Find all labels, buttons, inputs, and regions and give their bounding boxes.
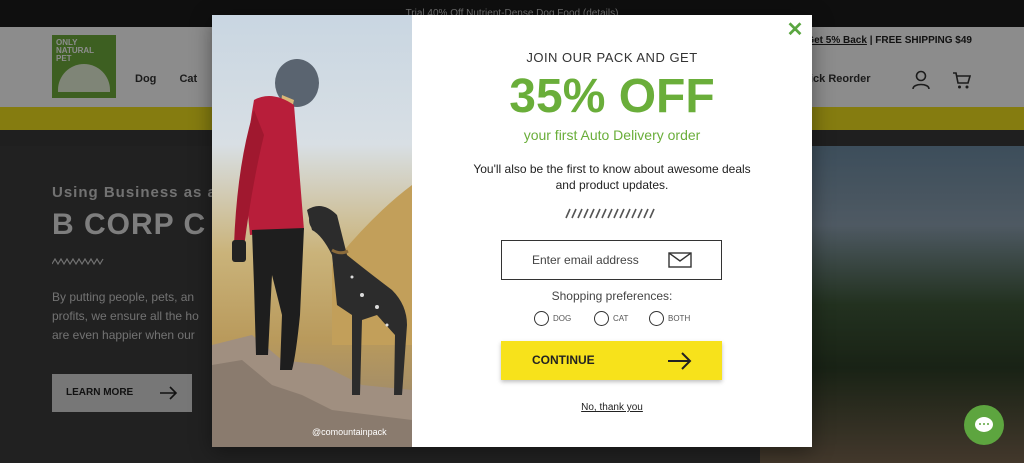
radio-button[interactable]: [534, 311, 549, 326]
modal-photo: @comountainpack: [212, 15, 412, 447]
radio-button[interactable]: [594, 311, 609, 326]
envelope-icon: [668, 252, 692, 268]
signup-modal: @comountainpack ✕ JOIN OUR PACK AND GET …: [212, 15, 812, 447]
offer-description: You'll also be the first to know about a…: [473, 162, 751, 192]
photo-credit: @comountainpack: [312, 427, 387, 437]
no-thanks-link: No, thank you: [581, 402, 643, 413]
radio-button[interactable]: [649, 311, 664, 326]
offer-headline: 35% OFF: [509, 70, 715, 123]
email-input[interactable]: [502, 241, 672, 279]
email-field[interactable]: [501, 240, 722, 280]
shopping-preferences-label: Shopping preferences:: [551, 289, 673, 303]
offer-eyebrow: JOIN OUR PACK AND GET: [526, 50, 698, 65]
chat-icon: [975, 417, 993, 432]
chat-widget-button[interactable]: [964, 405, 1004, 445]
continue-button[interactable]: CONTINUE: [501, 341, 722, 380]
woman-and-dog-illustration: [212, 59, 412, 447]
zigzag-divider: [565, 208, 655, 219]
signup-form-pane: JOIN OUR PACK AND GET 35% OFF your first…: [412, 15, 812, 447]
offer-subheadline: your first Auto Delivery order: [523, 127, 701, 143]
arrow-right-icon: [668, 352, 692, 370]
